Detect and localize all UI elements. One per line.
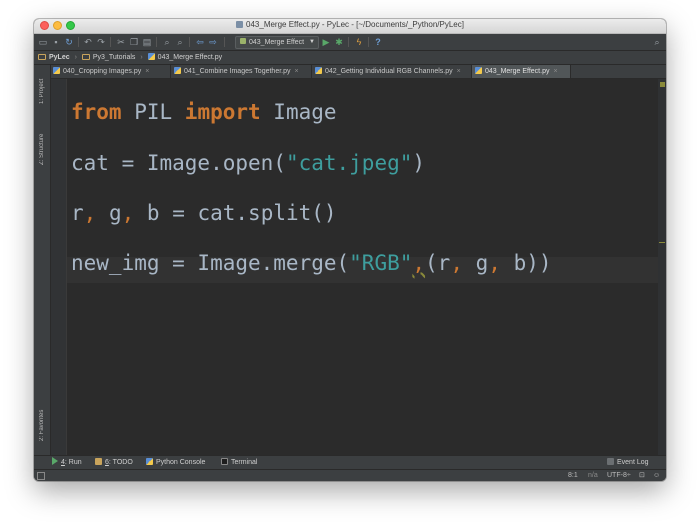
encoding-status[interactable]: UTF-8÷ [607, 470, 631, 481]
save-icon[interactable]: ▪ [51, 37, 61, 47]
redo-icon[interactable]: ↷ [96, 37, 106, 47]
chevron-down-icon: ▼ [309, 39, 315, 45]
python-file-icon [315, 67, 322, 74]
close-tab-icon[interactable]: × [295, 68, 299, 75]
close-tab-icon[interactable]: × [553, 68, 557, 75]
run-tool-button[interactable]: 4: Run [52, 456, 82, 469]
code-line-2: cat = Image.open("cat.jpeg") [71, 151, 426, 175]
folder-icon [81, 54, 90, 60]
inspection-status-icon[interactable] [660, 82, 665, 87]
warning-marker[interactable] [659, 242, 665, 243]
forward-icon[interactable]: ⇨ [208, 37, 218, 47]
main-toolbar: ▭ ▪ ↻ ↶ ↷ ✂ ❐ ▤ ⌕ ⌕ ⇦ ⇨ 043_Merge Effect… [34, 34, 666, 51]
close-tab-icon[interactable]: × [145, 68, 149, 75]
project-tool-button[interactable]: 1: Project [35, 69, 49, 113]
toggle-tool-windows-icon[interactable] [37, 472, 45, 480]
line-separator-status[interactable]: n/a [588, 470, 598, 481]
undo-icon[interactable]: ↶ [83, 37, 93, 47]
run-icon [52, 457, 58, 465]
python-file-icon [174, 67, 181, 74]
tab-040-cropping[interactable]: 040_Cropping Images.py × [50, 65, 171, 78]
tab-043-merge-effect[interactable]: 043_Merge Effect.py × [472, 65, 571, 78]
code-line-3: r, g, b = cat.split() [71, 201, 337, 225]
search-icon[interactable]: ⌕ [652, 37, 662, 47]
title-bar: 043_Merge Effect.py - PyLec - [~/Documen… [34, 19, 666, 34]
copy-icon[interactable]: ❐ [129, 37, 139, 47]
python-file-icon [236, 21, 244, 28]
left-tool-strip: 1: Project Z: Structure 2: Favorites [34, 65, 51, 455]
help-icon[interactable]: ? [373, 37, 383, 47]
close-tab-icon[interactable]: × [457, 68, 461, 75]
open-folder-icon[interactable]: ▭ [38, 37, 48, 47]
todo-icon [95, 458, 102, 465]
chevron-right-icon: › [140, 54, 143, 61]
event-log-tool-button[interactable]: Event Log [607, 456, 649, 469]
debug-icon[interactable]: ✱ [334, 37, 344, 47]
ide-window: 043_Merge Effect.py - PyLec - [~/Documen… [34, 19, 666, 481]
hector-icon[interactable]: ☺ [653, 470, 660, 481]
tab-041-combine[interactable]: 041_Combine Images Together.py × [171, 65, 312, 78]
run-icon[interactable]: ▶ [321, 37, 331, 47]
lock-icon[interactable]: ⊡ [639, 470, 645, 481]
breadcrumb-file[interactable]: 043_Merge Effect.py [158, 54, 222, 61]
favorites-tool-button[interactable]: 2: Favorites [35, 399, 49, 451]
navigation-bar: PyLec › Py3_Tutorials › 043_Merge Effect… [34, 51, 666, 65]
folder-icon [38, 54, 46, 60]
editor-tabs: 040_Cropping Images.py × 041_Combine Imag… [50, 65, 666, 79]
python-file-icon [147, 53, 155, 60]
paste-icon[interactable]: ▤ [142, 37, 152, 47]
tool-window-bar: 4: Run 6: TODO Python Console Terminal E… [34, 455, 666, 469]
chevron-right-icon: › [74, 54, 77, 61]
cut-icon[interactable]: ✂ [116, 37, 126, 47]
sync-icon[interactable]: ↻ [64, 37, 74, 47]
find-icon[interactable]: ⌕ [162, 37, 172, 47]
caret-position[interactable]: 8:1 [568, 470, 578, 481]
breadcrumb: PyLec › Py3_Tutorials › 043_Merge Effect… [38, 52, 222, 63]
todo-tool-button[interactable]: 6: TODO [95, 456, 133, 469]
replace-icon[interactable]: ⌕ [175, 37, 185, 47]
code-editor[interactable]: from PIL import Image cat = Image.open("… [51, 79, 666, 455]
python-config-icon [240, 38, 246, 44]
python-console-tool-button[interactable]: Python Console [146, 456, 205, 469]
breadcrumb-folder[interactable]: Py3_Tutorials [93, 54, 136, 61]
code-line-4: new_img = Image.merge("RGB",(r, g, b)) [71, 251, 552, 275]
event-log-icon [607, 458, 614, 465]
vcs-icon[interactable]: ϟ [354, 37, 364, 47]
python-file-icon [475, 67, 482, 74]
line-gutter [51, 79, 67, 455]
structure-tool-button[interactable]: Z: Structure [35, 123, 49, 175]
status-bar: 8:1 n/a UTF-8÷ ⊡ ☺ [34, 469, 666, 481]
run-configuration-select[interactable]: 043_Merge Effect ▼ [235, 36, 319, 49]
breadcrumb-project[interactable]: PyLec [49, 54, 70, 61]
code-line-1: from PIL import Image [71, 100, 337, 124]
terminal-tool-button[interactable]: Terminal [221, 456, 257, 469]
python-console-icon [146, 458, 153, 465]
error-stripe [658, 79, 666, 455]
terminal-icon [221, 458, 228, 465]
tab-042-rgb-channels[interactable]: 042_Getting Individual RGB Channels.py × [312, 65, 472, 78]
python-file-icon [53, 67, 60, 74]
window-title: 043_Merge Effect.py - PyLec - [~/Documen… [34, 20, 666, 29]
back-icon[interactable]: ⇦ [195, 37, 205, 47]
